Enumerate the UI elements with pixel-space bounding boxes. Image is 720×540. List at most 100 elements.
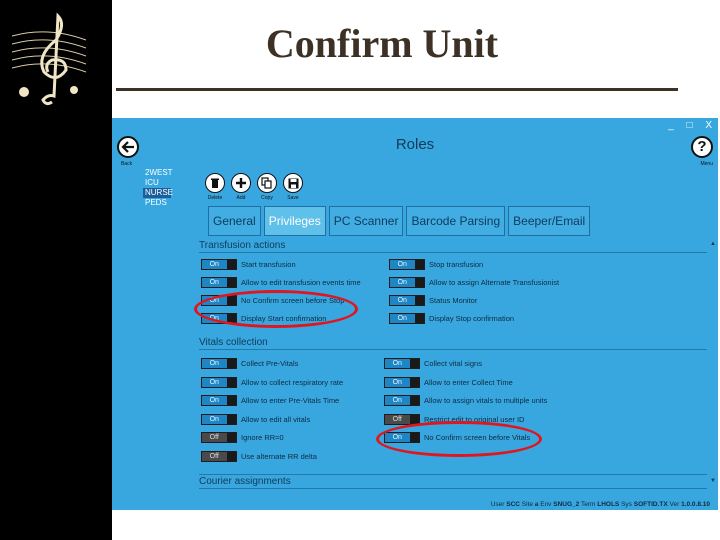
window-controls: _ □ X xyxy=(658,120,712,131)
maximize-button[interactable]: □ xyxy=(687,120,693,131)
toggle-switch[interactable]: On xyxy=(389,313,425,324)
option-label: Collect Pre-Vitals xyxy=(241,359,299,368)
status-site-label: Site xyxy=(521,501,533,508)
option-row: Off Ignore RR=0 xyxy=(201,431,284,444)
option-row: On Allow to collect respiratory rate xyxy=(201,376,343,389)
toggle-switch[interactable]: On xyxy=(201,277,237,288)
toggle-state: On xyxy=(390,260,415,269)
help-label: Menu xyxy=(700,161,713,167)
toggle-switch[interactable]: On xyxy=(389,277,425,288)
toggle-state: On xyxy=(390,278,415,287)
toggle-state: On xyxy=(385,396,410,405)
tab-barcode-parsing[interactable]: Barcode Parsing xyxy=(406,206,506,236)
status-ver-label: Ver xyxy=(669,501,680,508)
status-bar: User SCC Site a Env SNUG_2 Term LHOLS Sy… xyxy=(112,501,710,508)
toggle-switch[interactable]: On xyxy=(384,358,420,369)
slide-title: Confirm Unit xyxy=(265,21,499,66)
privileges-panel: Transfusion actions On Start transfusion O… xyxy=(199,240,707,508)
option-label: Allow to edit all vitals xyxy=(241,414,311,424)
unit-item-peds[interactable]: PEDS xyxy=(143,198,171,208)
option-label: Collect vital signs xyxy=(424,359,482,368)
section-transfusion-actions: Transfusion actions xyxy=(199,240,286,251)
option-label: Allow to collect respiratory rate xyxy=(241,377,344,387)
option-row: On Collect Pre-Vitals xyxy=(201,357,298,370)
toggle-switch[interactable]: Off xyxy=(201,432,237,443)
toggle-switch[interactable]: On xyxy=(384,395,420,406)
section-vitals-collection: Vitals collection xyxy=(199,337,268,348)
status-ver: 1.0.0.8.10 xyxy=(681,501,710,508)
tab-privileges[interactable]: Privileges xyxy=(263,206,326,236)
option-row: Off Use alternate RR delta xyxy=(201,450,317,463)
tab-beeper-email[interactable]: Beeper/Email xyxy=(508,206,591,236)
toggle-knob xyxy=(226,433,236,442)
status-env-label: Env xyxy=(540,501,552,508)
title-divider xyxy=(116,88,678,91)
unit-item-2west[interactable]: 2WEST xyxy=(143,168,173,178)
toggle-knob xyxy=(226,278,236,287)
toggle-knob xyxy=(414,260,424,269)
section-divider xyxy=(199,474,707,475)
toggle-switch[interactable]: On xyxy=(201,376,237,388)
delete-button[interactable]: Delete xyxy=(204,173,226,201)
toggle-switch[interactable]: On xyxy=(201,413,237,425)
unit-item-icu[interactable]: ICU xyxy=(143,178,171,188)
toggle-state: On xyxy=(385,359,410,368)
toggle-switch[interactable]: On xyxy=(384,376,420,388)
option-label: Status Monitor xyxy=(429,296,478,305)
option-row: On Allow to edit transfusion events time xyxy=(201,276,361,289)
toggle-switch[interactable]: On xyxy=(389,295,425,306)
option-row: On Allow to enter Collect Time xyxy=(384,376,513,389)
option-label: Allow to assign Alternate Transfusionist xyxy=(429,278,560,287)
save-button[interactable]: Save xyxy=(282,173,304,201)
option-row: On Status Monitor xyxy=(389,294,477,307)
toggle-switch[interactable]: On xyxy=(201,395,237,406)
status-user: SCC xyxy=(506,501,520,508)
help-button[interactable]: ? xyxy=(691,136,713,158)
toolbar: Delete Add Copy Save xyxy=(204,173,304,201)
unit-list: 2WEST ICU NURSE PEDS xyxy=(143,168,173,208)
copy-label: Copy xyxy=(261,195,273,201)
close-button[interactable]: X xyxy=(705,120,712,131)
toggle-state: Off xyxy=(385,414,410,424)
option-row: On Start transfusion xyxy=(201,258,296,271)
status-term-label: Term xyxy=(580,501,596,508)
toggle-state: On xyxy=(202,260,227,269)
option-row: On Stop transfusion xyxy=(389,258,483,271)
copy-button[interactable]: Copy xyxy=(256,173,278,201)
option-row: On Display Stop confirmation xyxy=(389,312,514,325)
toggle-state: On xyxy=(385,377,410,387)
toggle-knob xyxy=(226,359,236,368)
scroll-up-arrow[interactable]: ▲ xyxy=(710,241,716,247)
toggle-state: On xyxy=(390,296,415,305)
toggle-switch[interactable]: On xyxy=(389,259,425,270)
minimize-button[interactable]: _ xyxy=(668,120,674,131)
toggle-state: On xyxy=(202,278,227,287)
back-button[interactable] xyxy=(117,136,139,158)
toggle-knob xyxy=(226,396,236,405)
toggle-knob xyxy=(226,414,236,424)
option-row: On Allow to edit all vitals xyxy=(201,413,310,426)
toggle-knob xyxy=(414,314,424,323)
option-label: Allow to enter Pre-Vitals Time xyxy=(241,396,340,405)
toggle-state: On xyxy=(202,414,227,424)
tab-general[interactable]: General xyxy=(208,206,261,236)
option-row: On Collect vital signs xyxy=(384,357,482,370)
add-button[interactable]: Add xyxy=(230,173,252,201)
toggle-switch[interactable]: On xyxy=(201,259,237,270)
tab-pc-scanner[interactable]: PC Scanner xyxy=(328,206,404,236)
delete-label: Delete xyxy=(207,195,223,201)
treble-clef-logo-icon xyxy=(11,12,87,106)
section-divider xyxy=(199,252,707,253)
toggle-state: Off xyxy=(202,433,227,442)
toggle-knob xyxy=(226,451,236,461)
toggle-switch[interactable]: On xyxy=(201,358,237,369)
toggle-state: On xyxy=(202,396,227,405)
scroll-down-arrow[interactable]: ▼ xyxy=(710,478,716,484)
toggle-switch[interactable]: Off xyxy=(201,450,237,462)
copy-icon xyxy=(257,173,277,193)
status-env: SNUG_2 xyxy=(553,501,580,508)
tab-bar: General Privileges PC Scanner Barcode Pa… xyxy=(208,206,591,236)
option-label: Stop transfusion xyxy=(429,260,484,269)
option-label: Display Stop confirmation xyxy=(429,314,515,323)
unit-item-nurse[interactable]: NURSE xyxy=(143,188,173,198)
